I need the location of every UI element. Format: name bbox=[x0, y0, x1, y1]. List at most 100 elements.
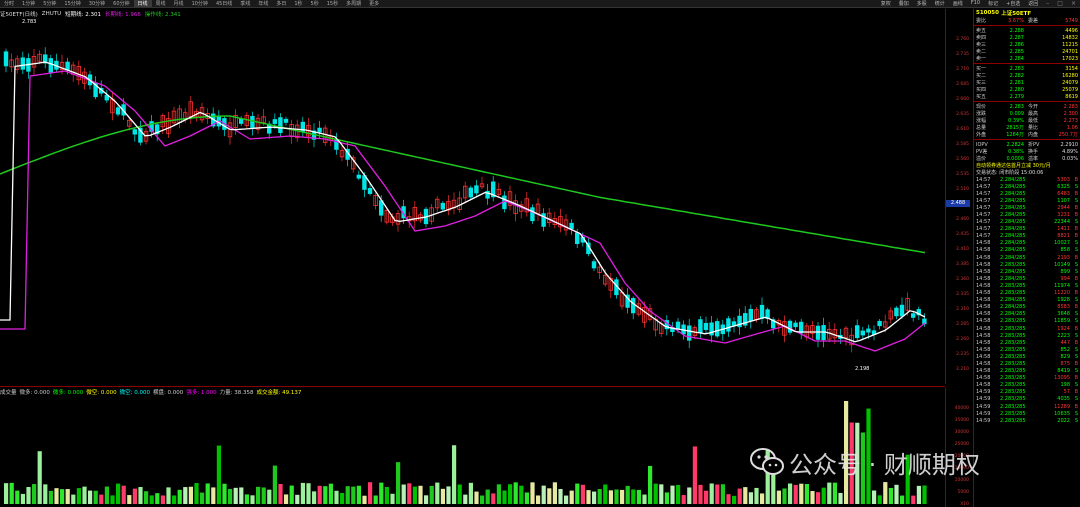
tick-volume: 2022 bbox=[1057, 417, 1070, 424]
period-tab[interactable]: 月线 bbox=[170, 0, 188, 7]
tick-time: 14:58 bbox=[976, 382, 991, 389]
period-tab[interactable]: 年线 bbox=[254, 0, 272, 7]
volume-bar bbox=[743, 487, 748, 504]
quote-cell: 2.2824 bbox=[1006, 141, 1025, 148]
maximize-icon[interactable]: □ bbox=[1053, 0, 1067, 7]
period-tab[interactable]: 多日 bbox=[272, 0, 290, 7]
quote-row: 溢价 0.0006 溢率 0.03% bbox=[974, 155, 1080, 163]
ask-row[interactable]: 卖二 2.285 24701 bbox=[974, 48, 1080, 56]
toolbar-action[interactable]: 复权 bbox=[877, 0, 895, 7]
candle-body bbox=[65, 61, 70, 71]
bid-row[interactable]: 买二 2.282 16280 bbox=[974, 72, 1080, 80]
period-tab[interactable]: 60分钟 bbox=[109, 0, 133, 7]
candlestick-chart[interactable]: 2.783 2.198 bbox=[0, 9, 945, 384]
tick-row: 14:58 2.283/285 2223 S bbox=[974, 332, 1080, 339]
period-tab[interactable]: 10分钟 bbox=[188, 0, 212, 7]
tick-volume: 1411 bbox=[1057, 226, 1070, 233]
tick-volume: 2193 bbox=[1057, 254, 1070, 261]
volume-bar bbox=[788, 483, 793, 504]
tick-row: 14:58 2.284/285 1928 S bbox=[974, 297, 1080, 304]
price-tick: 2.510 bbox=[956, 187, 969, 192]
candle-body bbox=[317, 127, 322, 133]
period-tab[interactable]: 45日线 bbox=[212, 0, 236, 7]
candle-body bbox=[238, 118, 244, 124]
candle-body bbox=[530, 207, 535, 222]
ask-price: 2.285 bbox=[1009, 48, 1024, 55]
period-tab[interactable]: 30分钟 bbox=[85, 0, 109, 7]
volume-bar bbox=[793, 484, 798, 504]
tick-time: 14:58 bbox=[976, 247, 991, 254]
toolbar-action[interactable]: 画线 bbox=[949, 0, 967, 7]
toolbar-action[interactable]: 统计 bbox=[931, 0, 949, 7]
tick-volume: 3648 bbox=[1057, 311, 1070, 318]
period-tab[interactable]: 分时 bbox=[0, 0, 18, 7]
price-tick: 2.285 bbox=[956, 322, 969, 327]
period-tab[interactable]: 5分钟 bbox=[39, 0, 60, 7]
quote-cell: 总量 bbox=[976, 125, 987, 131]
toolbar-action[interactable]: 叠加 bbox=[895, 0, 913, 7]
minimize-icon[interactable]: – bbox=[1042, 0, 1053, 7]
candle-body bbox=[440, 202, 445, 210]
bid-row[interactable]: 买一 2.283 3154 bbox=[974, 65, 1080, 73]
volume-bar bbox=[373, 495, 378, 504]
period-tab[interactable]: 15分钟 bbox=[60, 0, 84, 7]
tick-direction: B bbox=[1074, 226, 1078, 233]
period-tab[interactable]: 季线 bbox=[236, 0, 254, 7]
quote-cell: 0.38% bbox=[1008, 148, 1024, 155]
bid-price: 2.282 bbox=[1009, 72, 1024, 79]
quote-row: 现价 2.283 今开 2.283 bbox=[974, 103, 1080, 111]
ask-row[interactable]: 卖一 2.284 17023 bbox=[974, 55, 1080, 63]
close-icon[interactable]: × bbox=[1067, 0, 1080, 7]
volume-bar bbox=[368, 482, 373, 504]
toolbar-action[interactable]: 标记 bbox=[984, 0, 1002, 7]
tick-volume: 6325 bbox=[1057, 183, 1070, 190]
volume-bar bbox=[485, 489, 490, 504]
period-tab[interactable]: 更多 bbox=[365, 0, 383, 7]
candle-body bbox=[631, 298, 636, 314]
tick-direction: B bbox=[1074, 389, 1078, 396]
bid-row[interactable]: 买三 2.281 24079 bbox=[974, 79, 1080, 87]
volume-bar bbox=[104, 486, 109, 504]
toolbar-action[interactable]: F10 bbox=[967, 0, 984, 7]
bid-row[interactable]: 买五 2.279 8619 bbox=[974, 93, 1080, 101]
period-tab[interactable]: 1秒 bbox=[290, 0, 306, 7]
period-tab[interactable]: 5秒 bbox=[307, 0, 323, 7]
ask-row[interactable]: 卖五 2.288 4496 bbox=[974, 27, 1080, 35]
volume-bar bbox=[4, 483, 9, 504]
ask-row[interactable]: 卖四 2.287 14832 bbox=[974, 34, 1080, 42]
tick-time: 14:58 bbox=[976, 304, 991, 311]
tick-time: 14:58 bbox=[976, 268, 991, 275]
tick-volume: 875 bbox=[1060, 360, 1070, 367]
tick-volume: 3231 bbox=[1057, 212, 1070, 219]
tick-time: 14:57 bbox=[976, 226, 991, 233]
volume-bar bbox=[681, 495, 686, 504]
toolbar-action[interactable]: 多股 bbox=[913, 0, 931, 7]
candle-body bbox=[20, 57, 25, 70]
toolbar-action[interactable]: +自选 bbox=[1002, 0, 1024, 7]
tick-direction: S bbox=[1074, 410, 1078, 417]
volume-bar bbox=[418, 485, 423, 504]
promo-notice[interactable]: 自动领券通达信首月立减 30元/月 bbox=[974, 162, 1080, 169]
volume-bar bbox=[659, 484, 664, 504]
tick-volume: 10027 bbox=[1054, 240, 1070, 247]
tick-direction: B bbox=[1074, 360, 1078, 367]
period-tab[interactable]: 1分钟 bbox=[18, 0, 39, 7]
ask-row[interactable]: 卖三 2.286 11215 bbox=[974, 41, 1080, 49]
period-tab[interactable]: 日线 bbox=[133, 0, 152, 7]
volume-bar bbox=[698, 484, 703, 504]
volume-bar bbox=[166, 487, 171, 504]
period-tab[interactable]: 15秒 bbox=[323, 0, 342, 7]
bid-row[interactable]: 买四 2.280 25079 bbox=[974, 86, 1080, 94]
tick-time: 14:58 bbox=[976, 339, 991, 346]
quote-cell: 涨跌 bbox=[976, 111, 987, 117]
toolbar-action[interactable]: 返回 bbox=[1024, 0, 1042, 7]
volume-bar bbox=[93, 490, 98, 504]
tick-direction: B bbox=[1074, 190, 1078, 197]
price-tick: 2.660 bbox=[956, 97, 969, 102]
period-tab[interactable]: 周线 bbox=[152, 0, 170, 7]
tick-row: 14:57 2.284/285 8821 B bbox=[974, 233, 1080, 240]
bid-price: 2.283 bbox=[1009, 65, 1024, 72]
tick-volume: 8419 bbox=[1057, 368, 1070, 375]
volume-bar bbox=[300, 482, 305, 504]
period-tab[interactable]: 多周期 bbox=[342, 0, 365, 7]
